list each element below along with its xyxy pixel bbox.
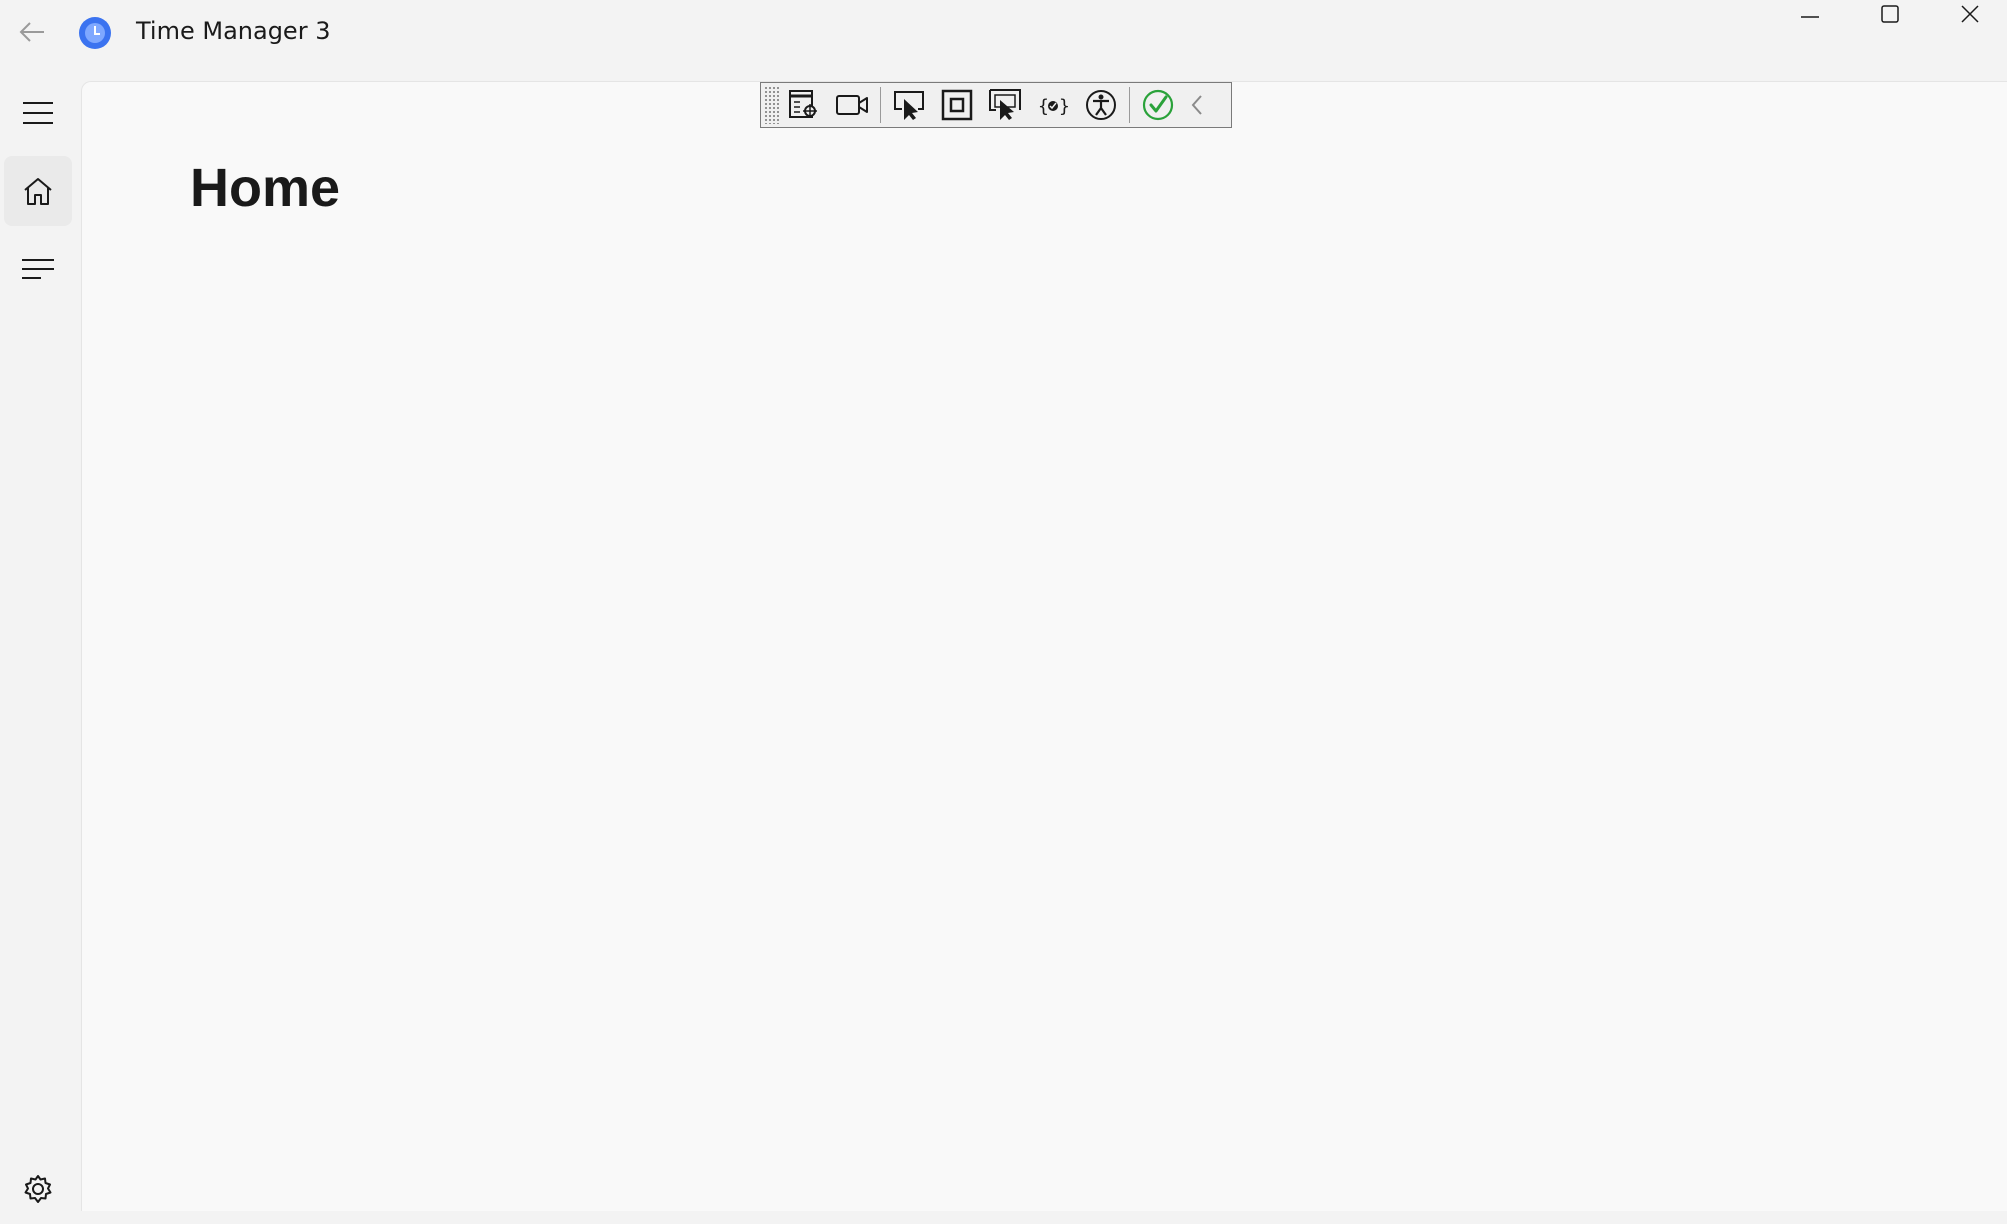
toolbar-grip-handle[interactable] (764, 86, 780, 124)
maximize-button[interactable] (1850, 0, 1930, 30)
page-title: Home (190, 158, 341, 218)
close-button[interactable] (1930, 0, 2007, 30)
svg-text:{: { (1038, 96, 1049, 117)
list-icon (21, 257, 55, 281)
visual-tree-icon (788, 89, 820, 121)
green-check-icon (1142, 89, 1174, 121)
display-layout-adorners-button[interactable] (933, 83, 981, 127)
select-pointer-icon (892, 89, 926, 121)
svg-text:}: } (1059, 96, 1068, 117)
title-bar: Time Manager 3 (0, 0, 2007, 64)
track-focused-element-button[interactable] (981, 83, 1029, 127)
binding-failures-button[interactable]: { } (1029, 83, 1077, 127)
close-icon (1959, 4, 1981, 26)
back-button[interactable] (8, 12, 56, 52)
accessibility-icon (1085, 89, 1117, 121)
hot-reload-status-button[interactable] (1134, 83, 1182, 127)
nav-item-settings[interactable] (4, 1154, 72, 1224)
video-camera-icon (835, 93, 869, 117)
navigation-pane (0, 64, 80, 1211)
record-video-button[interactable] (828, 83, 876, 127)
gear-icon (23, 1174, 53, 1204)
collapse-toolbar-button[interactable] (1182, 83, 1212, 127)
toolbar-separator (880, 87, 881, 123)
chevron-left-icon (1190, 94, 1204, 116)
nav-item-list[interactable] (4, 234, 72, 304)
select-element-button[interactable] (885, 83, 933, 127)
home-icon (22, 176, 54, 206)
live-visual-tree-button[interactable] (780, 83, 828, 127)
nav-menu-toggle-button[interactable] (4, 78, 72, 148)
maximize-icon (1879, 4, 1901, 26)
binding-icon: { } (1038, 92, 1068, 118)
arrow-left-icon (18, 20, 46, 44)
app-title: Time Manager 3 (136, 17, 331, 45)
nav-item-home[interactable] (4, 156, 72, 226)
clock-icon (78, 16, 112, 50)
hamburger-icon (22, 100, 54, 126)
track-focus-icon (988, 88, 1022, 122)
accessibility-checker-button[interactable] (1077, 83, 1125, 127)
debug-toolbar: { } (760, 82, 1232, 128)
minimize-icon (1800, 5, 1820, 25)
toolbar-separator (1129, 87, 1130, 123)
layout-adorner-icon (941, 89, 973, 121)
content-frame: Home (81, 81, 2007, 1211)
minimize-button[interactable] (1770, 0, 1850, 30)
